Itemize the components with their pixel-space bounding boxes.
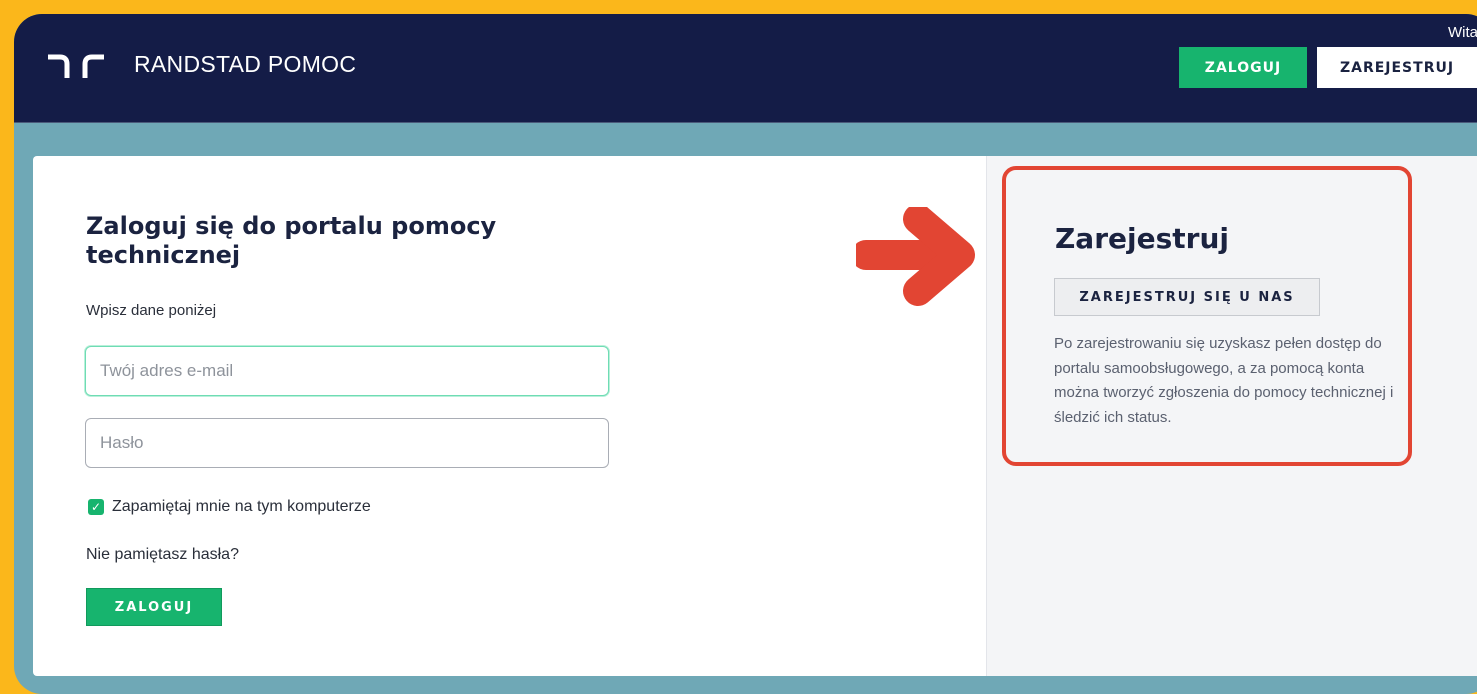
remember-me[interactable]: ✓ Zapamiętaj mnie na tym komputerze [88,498,371,516]
email-field[interactable] [85,346,609,396]
checkmark-icon: ✓ [90,500,102,514]
login-subtitle: Wpisz dane poniżej [86,302,217,319]
register-title: Zarejestruj [1055,222,1229,255]
login-title: Zaloguj się do portalu pomocy techniczne… [86,212,497,269]
remember-label[interactable]: Zapamiętaj mnie na tym komputerze [112,498,371,516]
header-register-button[interactable]: ZAREJESTRUJ [1317,47,1477,88]
remember-checkbox[interactable]: ✓ [88,499,104,515]
randstad-logo-icon[interactable] [48,54,104,78]
forgot-password-link[interactable]: Nie pamiętasz hasła? [86,546,239,564]
login-submit-button[interactable]: ZALOGUJ [86,588,222,626]
brand-name[interactable]: RANDSTAD POMOC [134,51,356,78]
top-navigation-bar: RANDSTAD POMOC Witamy ZALOGUJ ZAREJESTRU… [14,14,1477,123]
arrow-right-icon [856,207,975,306]
password-field[interactable] [85,418,609,468]
register-button[interactable]: ZAREJESTRUJ SIĘ U NAS [1054,278,1320,316]
register-description: Po zarejestrowaniu się uzyskasz pełen do… [1054,335,1394,426]
welcome-text: Witamy [1448,24,1477,41]
header-login-button[interactable]: ZALOGUJ [1179,47,1307,88]
app-frame: RANDSTAD POMOC Witamy ZALOGUJ ZAREJESTRU… [14,14,1477,694]
